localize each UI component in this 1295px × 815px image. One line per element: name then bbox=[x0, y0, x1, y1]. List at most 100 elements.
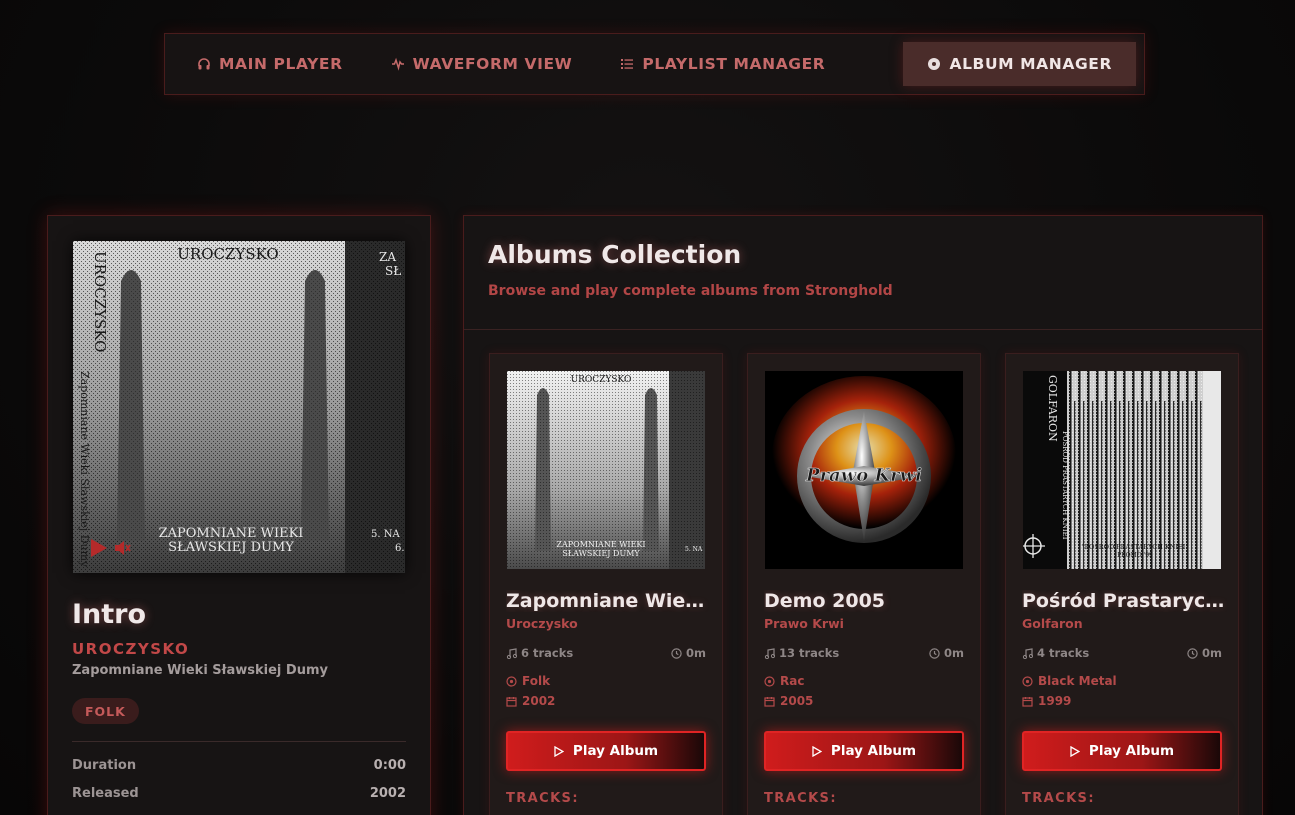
album-year-label: 2002 bbox=[522, 694, 556, 708]
album-card[interactable]: UROCZYSKO ZAPOMNIANE WIEKI SŁAWSKIEJ DUM… bbox=[489, 353, 723, 815]
album-year: 1999 bbox=[1022, 694, 1071, 708]
albums-panel: Albums Collection Browse and play comple… bbox=[463, 215, 1263, 815]
music-note-icon bbox=[506, 647, 517, 659]
tab-label: WAVEFORM VIEW bbox=[412, 55, 573, 73]
track-artist: UROCZYSKO bbox=[72, 640, 190, 658]
now-playing-cover: UROCZYSKO UROCZYSKO Zapomniane Wieki Sła… bbox=[73, 241, 405, 573]
detail-label: Released bbox=[72, 786, 139, 801]
disc-icon bbox=[928, 58, 941, 70]
tab-album-manager[interactable]: ALBUM MANAGER bbox=[903, 42, 1136, 86]
play-album-button[interactable]: Play Album bbox=[764, 731, 964, 771]
album-meta: 6 tracks 0m bbox=[506, 646, 706, 660]
play-album-button[interactable]: Play Album bbox=[1022, 731, 1222, 771]
albums-panel-title: Albums Collection bbox=[488, 240, 742, 269]
headphones-icon bbox=[198, 58, 210, 70]
play-icon bbox=[812, 745, 822, 757]
track-title: Intro bbox=[72, 599, 147, 630]
cover-side-text: POŚRÓD PRASTARYCH KNIEI bbox=[1061, 431, 1070, 540]
clock-icon bbox=[1187, 647, 1198, 659]
cover-caption-2: PROMO '99 bbox=[1117, 552, 1153, 559]
calendar-icon bbox=[506, 696, 517, 707]
album-tracks-heading: TRACKS: bbox=[1022, 791, 1095, 806]
album-title: Zapomniane Wieki Sławskiej Dumy bbox=[506, 590, 711, 612]
cover-edge-top: ZA bbox=[379, 250, 396, 264]
album-year-label: 1999 bbox=[1038, 694, 1072, 708]
album-artist: Golfaron bbox=[1022, 616, 1083, 631]
play-icon bbox=[554, 745, 564, 757]
genre-badge: FOLK bbox=[72, 698, 139, 724]
cover-logo-text: Prawo Krwi bbox=[805, 465, 922, 486]
album-genre-label: Black Metal bbox=[1038, 674, 1117, 688]
album-cover[interactable]: UROCZYSKO ZAPOMNIANE WIEKI SŁAWSKIEJ DUM… bbox=[507, 371, 705, 569]
play-album-button[interactable]: Play Album bbox=[506, 731, 706, 771]
album-duration: 0m bbox=[1202, 646, 1222, 660]
album-duration: 0m bbox=[944, 646, 964, 660]
cover-side-text: UROCZYSKO bbox=[91, 251, 109, 352]
album-cover[interactable]: GOLFARON POŚRÓD PRASTARYCH KNIEI "POŚRÓD… bbox=[1023, 371, 1221, 569]
detail-label: Duration bbox=[72, 758, 137, 773]
album-tracks-heading: TRACKS: bbox=[764, 791, 837, 806]
clock-icon bbox=[929, 647, 940, 659]
tab-main-player[interactable]: MAIN PLAYER bbox=[173, 42, 367, 86]
target-icon bbox=[506, 675, 517, 687]
play-icon bbox=[1070, 745, 1080, 757]
music-note-icon bbox=[764, 647, 775, 659]
album-year-label: 2005 bbox=[780, 694, 814, 708]
cover-banner-top: ZAPOMNIANE WIEKI bbox=[556, 540, 645, 549]
clock-icon bbox=[671, 647, 682, 659]
detail-value: 0:00 bbox=[373, 758, 406, 773]
cover-edge-top-2: SŁ bbox=[385, 264, 401, 278]
cover-band-text: UROCZYSKO bbox=[571, 375, 632, 385]
cover-band-text: UROCZYSKO bbox=[177, 245, 278, 263]
album-tracks-heading: TRACKS: bbox=[506, 791, 579, 806]
album-title: Demo 2005 bbox=[764, 590, 886, 612]
play-album-label: Play Album bbox=[572, 743, 659, 759]
album-track-count: 4 tracks bbox=[1037, 646, 1090, 660]
cover-edge-bottom: 5. NA bbox=[371, 529, 400, 540]
album-artist: Prawo Krwi bbox=[764, 616, 844, 631]
cover-banner-bottom: SŁAWSKIEJ DUMY bbox=[562, 549, 640, 558]
cover-edge-text: 5. NA bbox=[685, 546, 703, 553]
music-note-icon bbox=[1022, 647, 1033, 659]
album-card[interactable]: GOLFARON POŚRÓD PRASTARYCH KNIEI "POŚRÓD… bbox=[1005, 353, 1239, 815]
waveform-icon bbox=[391, 57, 404, 71]
album-cover[interactable]: Prawo Krwi bbox=[765, 371, 963, 569]
album-year: 2002 bbox=[506, 694, 555, 708]
calendar-icon bbox=[1022, 696, 1033, 707]
detail-value: 2002 bbox=[369, 786, 406, 801]
now-playing-card: UROCZYSKO UROCZYSKO Zapomniane Wieki Sła… bbox=[47, 215, 431, 815]
volume-icon[interactable] bbox=[114, 541, 132, 555]
album-title: Pośród Prastarych Kniei bbox=[1022, 590, 1227, 612]
divider bbox=[72, 741, 406, 742]
cover-band-text: GOLFARON bbox=[1046, 375, 1059, 442]
play-icon[interactable] bbox=[88, 538, 108, 558]
tab-waveform-view[interactable]: WAVEFORM VIEW bbox=[367, 42, 597, 86]
track-album: Zapomniane Wieki Sławskiej Dumy bbox=[72, 663, 328, 678]
album-genre: Black Metal bbox=[1022, 674, 1117, 688]
divider bbox=[464, 329, 1262, 330]
cover-caption: "POŚRÓD PRASTARYCH KNIEI" bbox=[1082, 542, 1189, 551]
play-album-label: Play Album bbox=[830, 743, 917, 759]
tab-label: PLAYLIST MANAGER bbox=[642, 55, 826, 73]
detail-row-released: Released 2002 bbox=[72, 786, 406, 801]
calendar-icon bbox=[764, 696, 775, 707]
album-artist: Uroczysko bbox=[506, 616, 578, 631]
album-track-count: 13 tracks bbox=[779, 646, 840, 660]
tab-label: MAIN PLAYER bbox=[219, 55, 343, 73]
cover-banner-top: ZAPOMNIANE WIEKI bbox=[159, 526, 304, 541]
album-meta: 4 tracks 0m bbox=[1022, 646, 1222, 660]
target-icon bbox=[764, 675, 775, 687]
list-icon bbox=[621, 59, 634, 69]
tab-label: ALBUM MANAGER bbox=[949, 55, 1112, 73]
album-duration: 0m bbox=[686, 646, 706, 660]
play-album-label: Play Album bbox=[1088, 743, 1175, 759]
album-genre-label: Folk bbox=[522, 674, 551, 688]
cover-banner-bottom: SŁAWSKIEJ DUMY bbox=[168, 540, 294, 555]
album-genre: Rac bbox=[764, 674, 804, 688]
album-genre: Folk bbox=[506, 674, 550, 688]
album-genre-label: Rac bbox=[780, 674, 805, 688]
album-meta: 13 tracks 0m bbox=[764, 646, 964, 660]
album-card[interactable]: Prawo Krwi Demo 2005 Prawo Krwi 13 track… bbox=[747, 353, 981, 815]
album-year: 2005 bbox=[764, 694, 813, 708]
tab-playlist-manager[interactable]: PLAYLIST MANAGER bbox=[596, 42, 849, 86]
